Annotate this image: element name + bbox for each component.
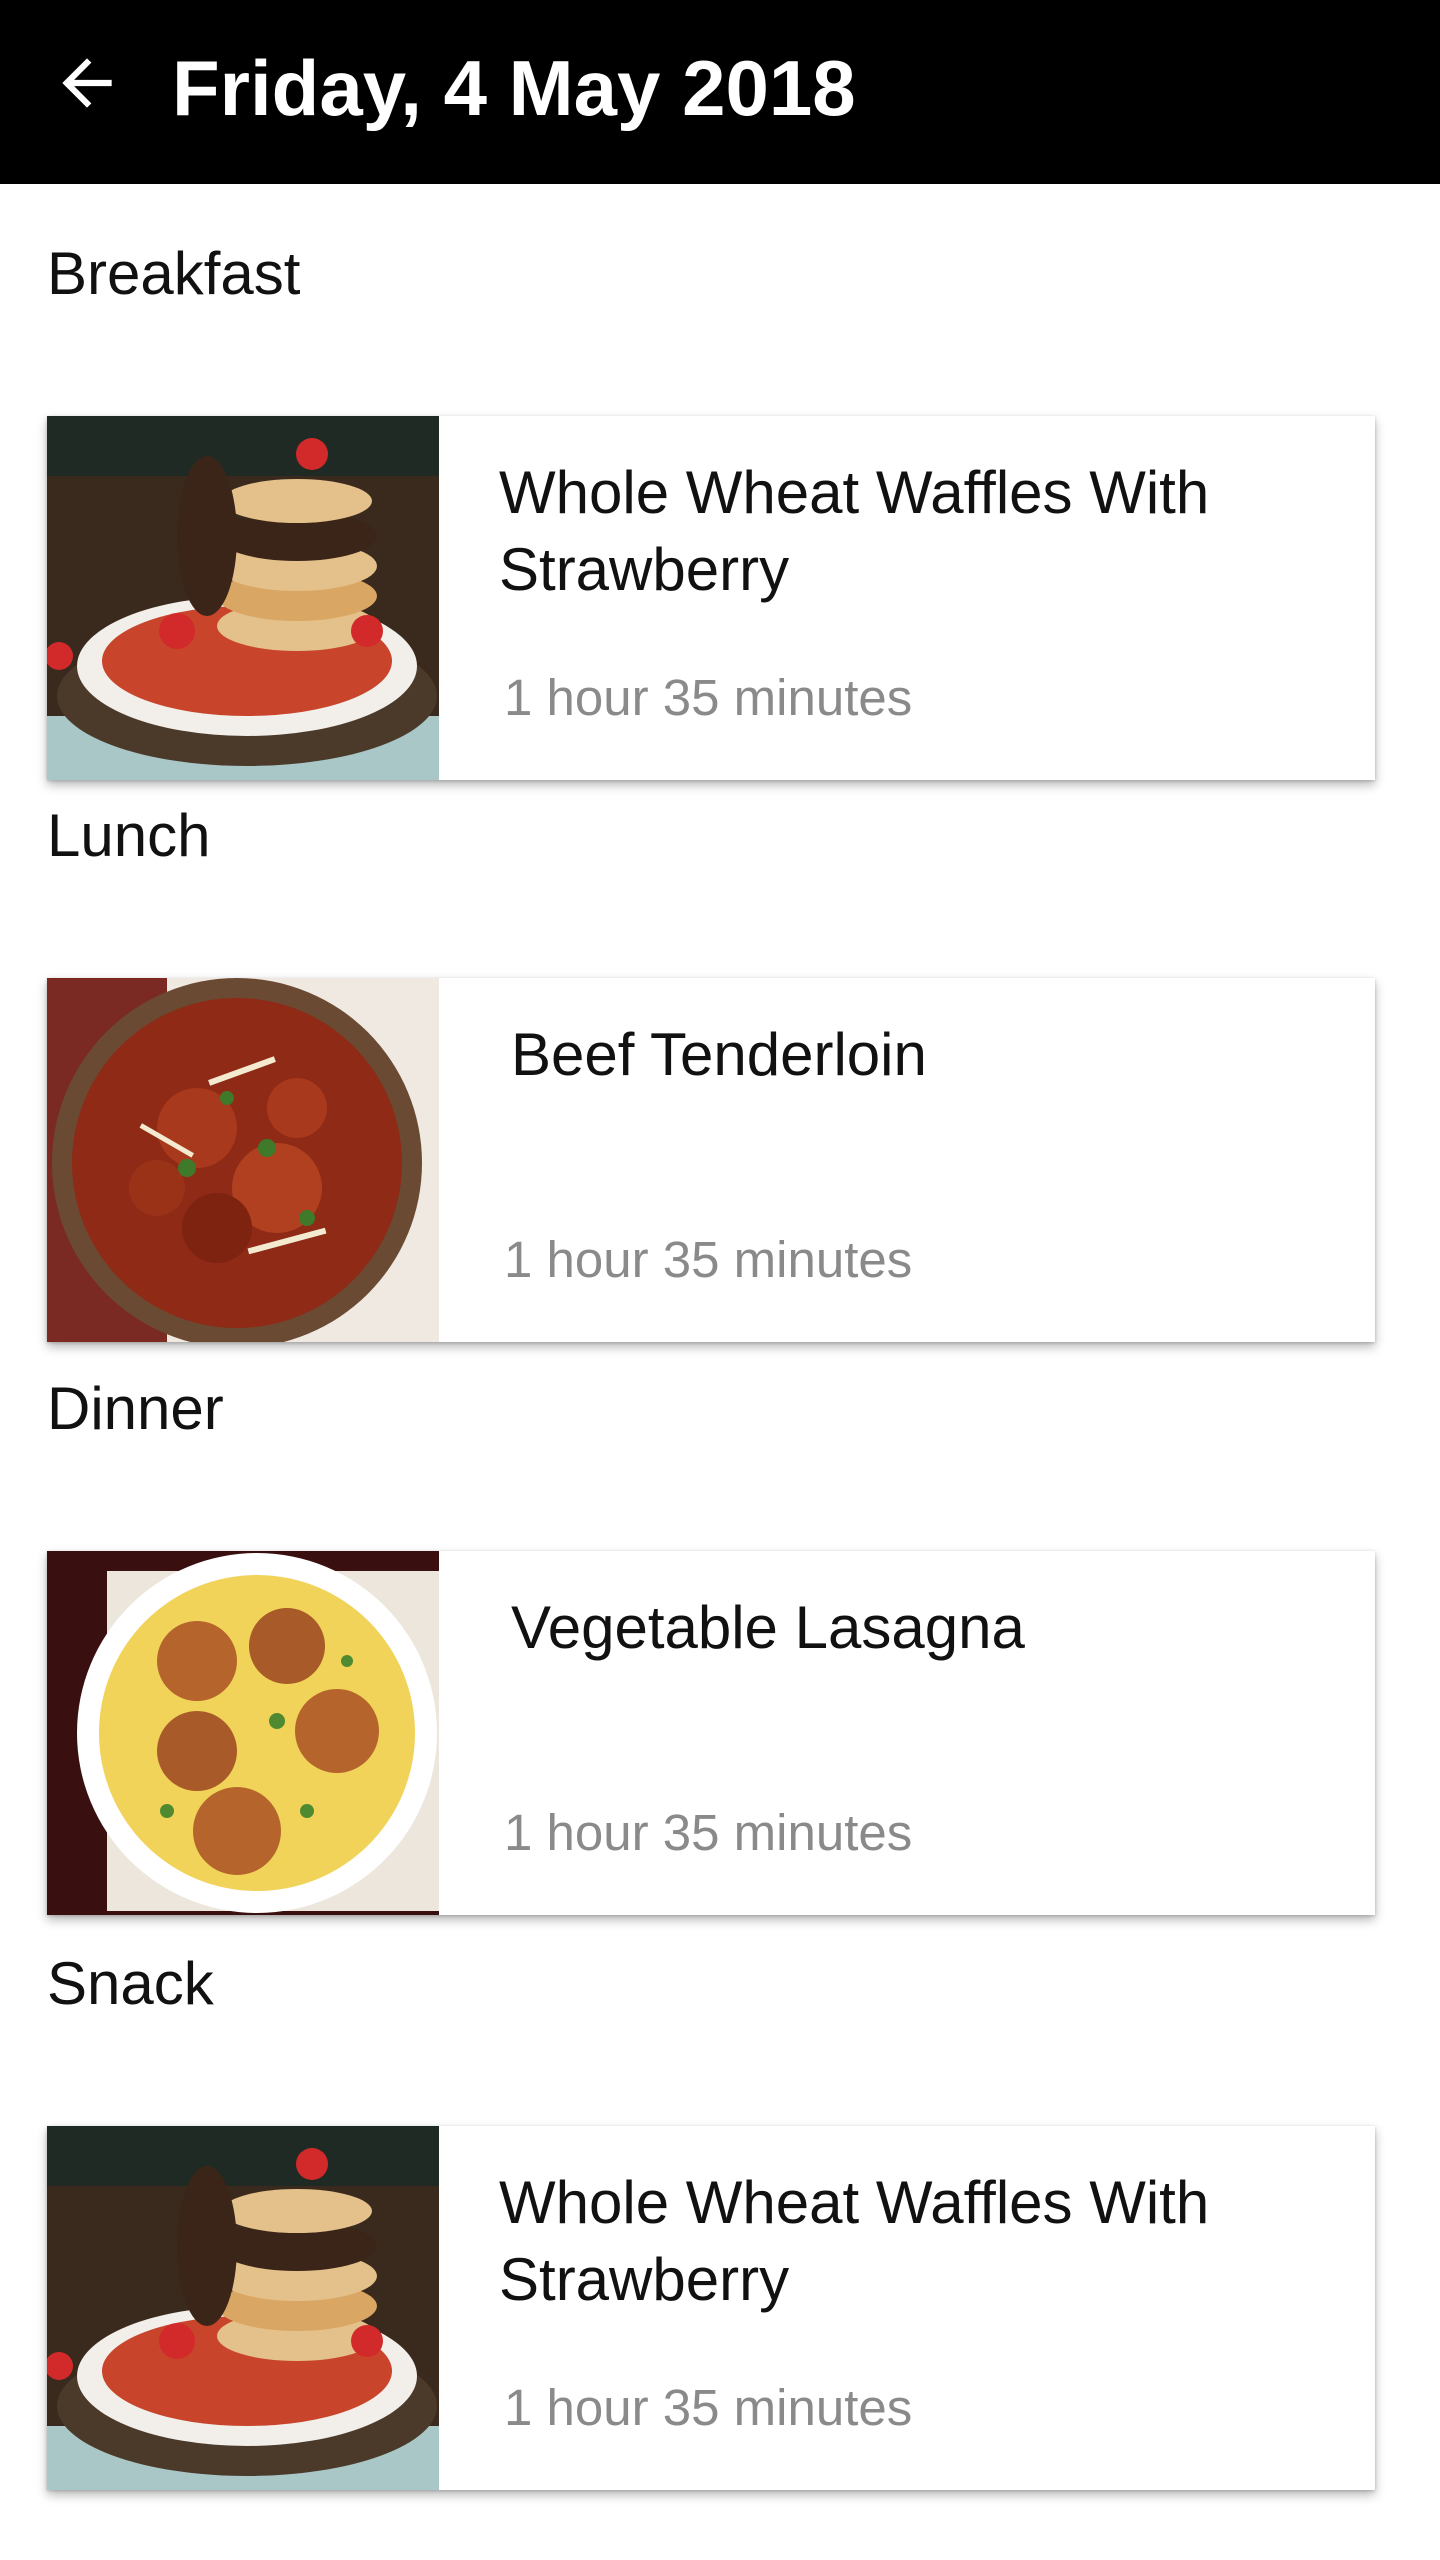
waffles-photo <box>47 416 439 780</box>
kadhi-pakora-photo <box>47 1551 439 1915</box>
recipe-duration: 1 hour 35 minutes <box>504 669 913 726</box>
meal-plan-list[interactable]: Breakfast Whole Wheat Waffles With Straw… <box>0 184 1440 2560</box>
section-title: Dinner <box>47 1375 224 1442</box>
recipe-duration: 1 hour 35 minutes <box>504 2379 913 2436</box>
back-button[interactable] <box>44 40 130 126</box>
arrow-left-icon <box>62 58 112 108</box>
section-title: Breakfast <box>47 240 301 307</box>
card-body: Vegetable Lasagna 1 hour 35 minutes <box>439 1551 1375 1915</box>
recipe-card-lunch[interactable]: Beef Tenderloin 1 hour 35 minutes <box>47 978 1375 1342</box>
recipe-name: Whole Wheat Waffles With Strawberry <box>499 2169 1210 2313</box>
recipe-card-snack[interactable]: Whole Wheat Waffles With Strawberry 1 ho… <box>47 2126 1375 2490</box>
recipe-duration: 1 hour 35 minutes <box>504 1231 913 1288</box>
recipe-name: Whole Wheat Waffles With Strawberry <box>499 459 1210 603</box>
recipe-card-dinner[interactable]: Vegetable Lasagna 1 hour 35 minutes <box>47 1551 1375 1915</box>
section-title: Snack <box>47 1950 214 2017</box>
beef-curry-photo <box>47 978 439 1342</box>
card-body: Whole Wheat Waffles With Strawberry 1 ho… <box>439 416 1375 780</box>
recipe-duration: 1 hour 35 minutes <box>504 1804 913 1861</box>
recipe-name: Beef Tenderloin <box>511 1021 927 1088</box>
card-body: Beef Tenderloin 1 hour 35 minutes <box>439 978 1375 1342</box>
section-title: Lunch <box>47 802 211 869</box>
app-bar: Friday, 4 May 2018 <box>0 0 1440 184</box>
recipe-name: Vegetable Lasagna <box>511 1594 1025 1661</box>
page-title: Friday, 4 May 2018 <box>172 44 856 132</box>
waffles-photo <box>47 2126 439 2490</box>
recipe-card-breakfast[interactable]: Whole Wheat Waffles With Strawberry 1 ho… <box>47 416 1375 780</box>
card-body: Whole Wheat Waffles With Strawberry 1 ho… <box>439 2126 1375 2490</box>
